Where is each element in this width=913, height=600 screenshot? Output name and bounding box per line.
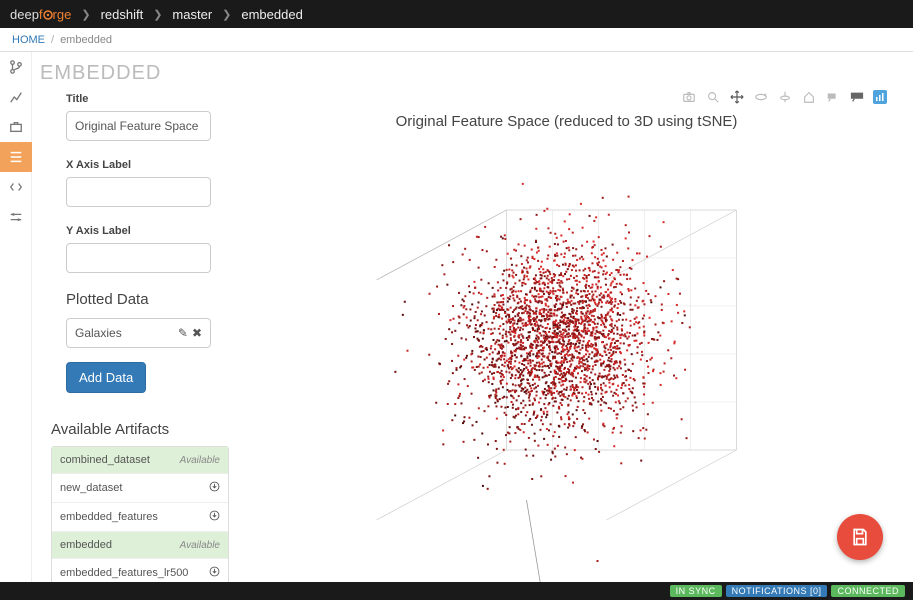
chevron-right-icon: ❯ [153,8,162,21]
reset-camera-icon[interactable] [801,89,817,105]
remove-icon[interactable]: ✖ [192,326,202,340]
status-bar: IN SYNC NOTIFICATIONS [0] CONNECTED [0,582,913,600]
app-logo[interactable]: deepfrge [10,7,71,22]
breadcrumb-home[interactable]: HOME [12,34,45,46]
plotly-logo-icon[interactable] [873,90,887,104]
hover-closest-icon[interactable] [825,89,841,105]
save-fab[interactable] [837,514,883,560]
artifact-name: embedded_features_lr500 [60,567,209,579]
pan-icon[interactable] [729,89,745,105]
breadcrumb-separator: / [51,34,54,46]
artifact-row[interactable]: combined_datasetAvailable [52,447,228,474]
artifact-name: embedded_features [60,511,209,523]
rail-code-icon[interactable] [0,172,32,202]
connection-status-badge[interactable]: CONNECTED [831,585,905,597]
edit-icon[interactable]: ✎ [178,326,188,340]
download-icon[interactable] [209,566,220,580]
breadcrumb-current: embedded [60,34,112,46]
title-label: Title [66,93,236,105]
plotted-data-header: Plotted Data [66,291,236,308]
rail-sliders-icon[interactable] [0,202,32,232]
download-icon[interactable] [209,510,220,524]
artifact-name: embedded [60,539,180,551]
save-icon [850,527,870,547]
add-data-button[interactable]: Add Data [66,362,146,393]
sub-breadcrumb-bar: HOME / embedded [0,28,913,52]
hover-compare-icon[interactable] [849,89,865,105]
rail-list-icon[interactable] [0,142,32,172]
orbit-icon[interactable] [753,89,769,105]
rail-branch-icon[interactable] [0,52,32,82]
plot-title: Original Feature Space (reduced to 3D us… [236,113,897,130]
config-panel: Title X Axis Label Y Axis Label Plotted … [36,89,236,582]
x-axis-label: X Axis Label [66,159,236,171]
chevron-right-icon: ❯ [222,8,231,21]
top-breadcrumb-bar: deepfrge ❯ redshift ❯ master ❯ embedded [0,0,913,28]
plot-toolbar [681,89,887,105]
artifact-status: Available [180,540,220,551]
sync-status-badge[interactable]: IN SYNC [670,585,722,597]
download-icon[interactable] [209,481,220,495]
artifact-list: combined_datasetAvailablenew_datasetembe… [51,446,229,582]
artifacts-header: Available Artifacts [51,421,236,438]
page-title: EMBEDDED [36,62,897,85]
breadcrumb-embedded[interactable]: embedded [241,7,302,22]
artifact-row[interactable]: embeddedAvailable [52,532,228,559]
zoom-icon[interactable] [705,89,721,105]
camera-icon[interactable] [681,89,697,105]
plotted-series-chip[interactable]: Galaxies ✎ ✖ [66,318,211,348]
plot-panel: Original Feature Space (reduced to 3D us… [236,89,897,582]
plotted-series-name: Galaxies [75,326,122,340]
left-icon-rail [0,52,32,582]
breadcrumb-master[interactable]: master [172,7,212,22]
artifact-status: Available [180,455,220,466]
artifact-row[interactable]: embedded_features_lr500 [52,559,228,582]
artifact-name: combined_dataset [60,454,180,466]
artifact-row[interactable]: new_dataset [52,474,228,503]
turntable-icon[interactable] [777,89,793,105]
y-axis-label: Y Axis Label [66,225,236,237]
rail-briefcase-icon[interactable] [0,112,32,142]
breadcrumb-redshift[interactable]: redshift [101,7,144,22]
scatter3d-plot[interactable] [236,130,897,582]
chevron-right-icon: ❯ [81,8,90,21]
artifact-row[interactable]: embedded_features [52,503,228,532]
x-axis-input[interactable] [66,177,211,207]
y-axis-input[interactable] [66,243,211,273]
title-input[interactable] [66,111,211,141]
notifications-badge[interactable]: NOTIFICATIONS [0] [726,585,828,597]
rail-chart-icon[interactable] [0,82,32,112]
artifact-name: new_dataset [60,482,209,494]
